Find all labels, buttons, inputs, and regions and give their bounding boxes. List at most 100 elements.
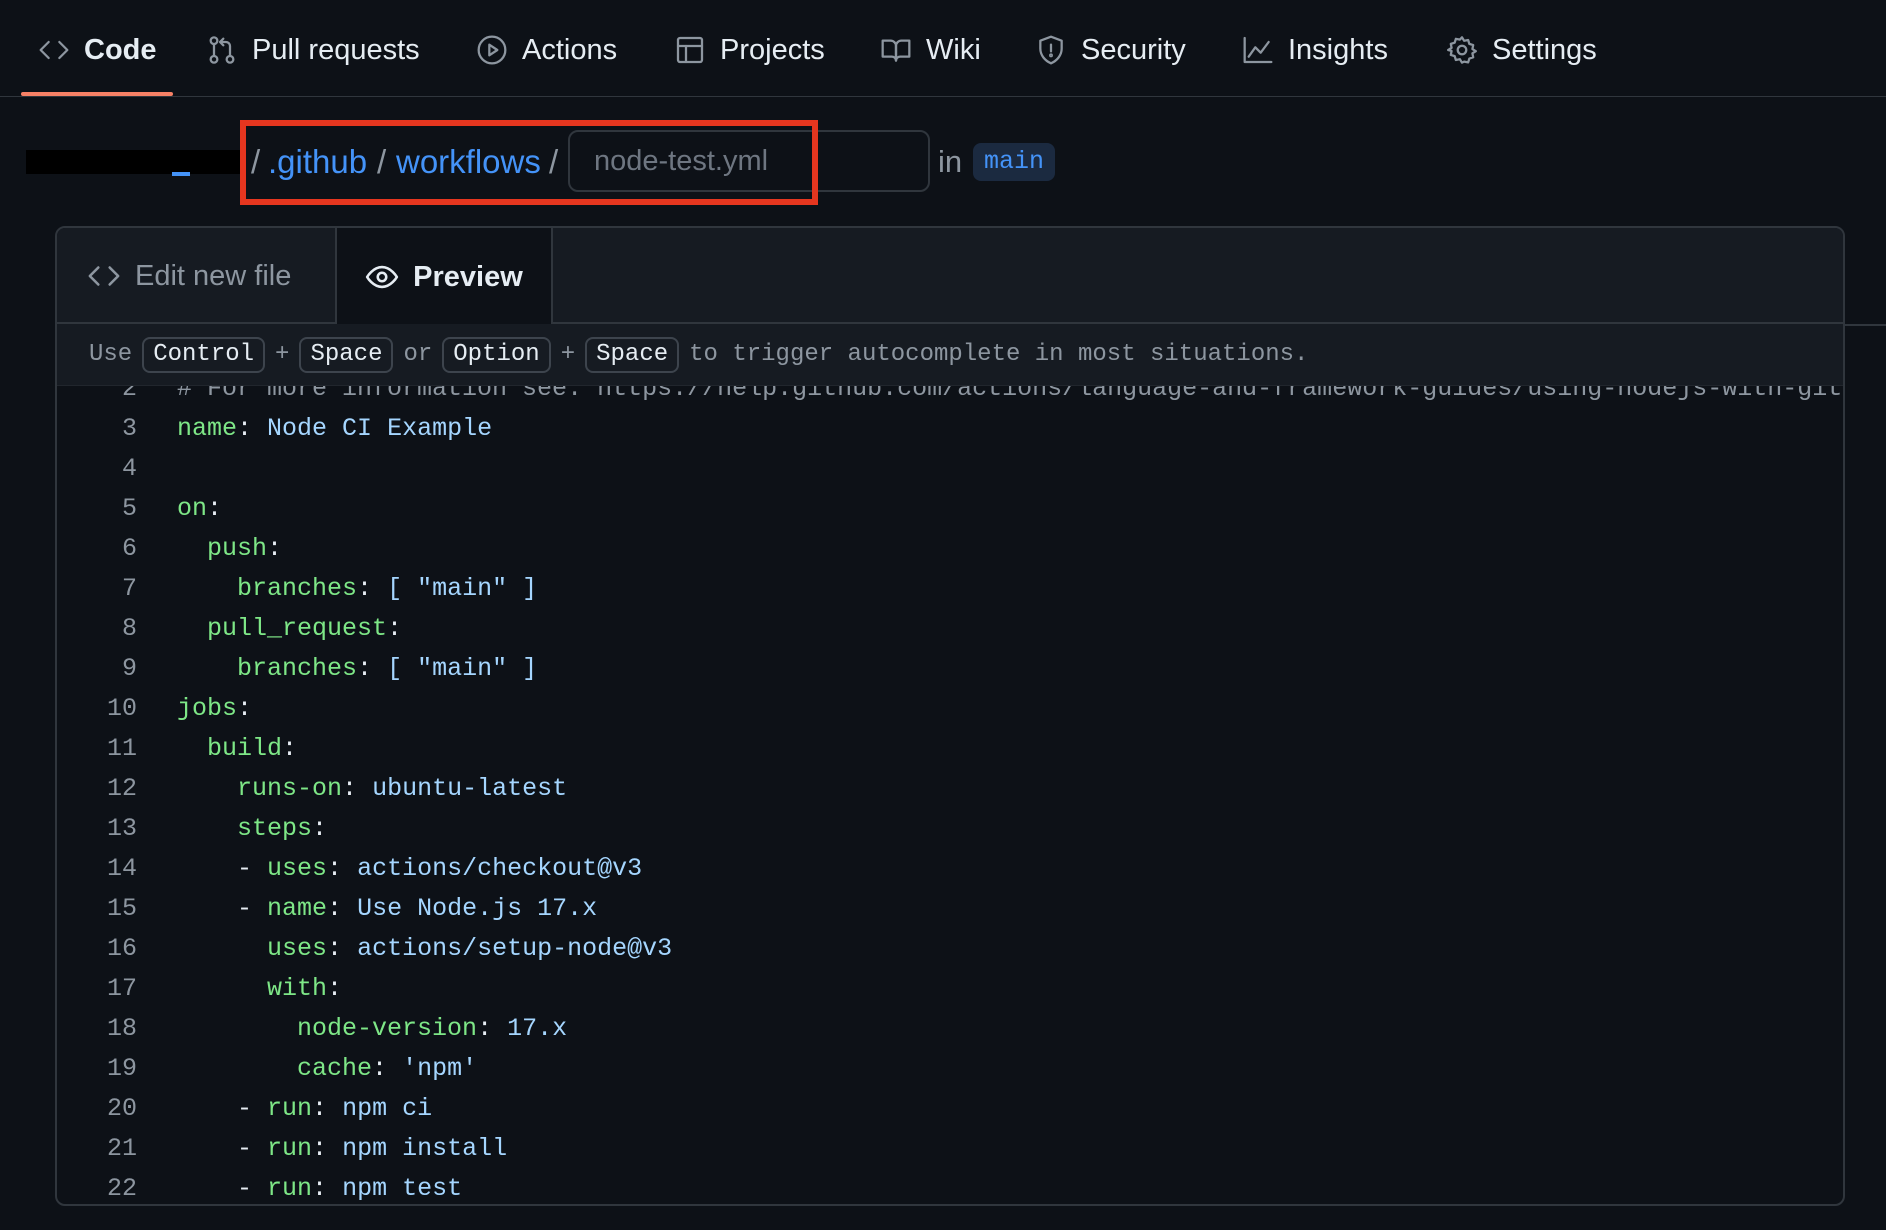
yaml-colon: : <box>327 894 343 923</box>
code-indent: - <box>177 854 268 883</box>
tab-edit-new-file-label: Edit new file <box>135 259 292 292</box>
highlight-annotation-box <box>240 120 818 205</box>
editor-tab-bar: Edit new file Preview <box>57 228 1843 326</box>
tab-edit-new-file[interactable]: Edit new file <box>87 228 291 324</box>
tab-settings-label: Settings <box>1492 33 1597 66</box>
yaml-key: uses <box>267 854 328 883</box>
yaml-colon: : <box>267 534 283 563</box>
tab-preview[interactable]: Preview <box>335 228 553 326</box>
tab-preview-label: Preview <box>413 260 523 293</box>
yaml-colon: : <box>342 774 358 803</box>
tab-settings[interactable]: Settings <box>1446 28 1597 72</box>
tab-insights[interactable]: Insights <box>1242 28 1388 72</box>
code-indent: - <box>177 1134 268 1163</box>
yaml-key: push <box>207 534 268 563</box>
line-number: 6 <box>121 534 137 563</box>
yaml-colon: : <box>477 1014 493 1043</box>
yaml-value: actions/setup-node@v3 <box>357 934 673 963</box>
tab-actions[interactable]: Actions <box>476 28 617 72</box>
yaml-colon: : <box>312 814 328 843</box>
tab-pull-requests[interactable]: Pull requests <box>206 28 420 72</box>
yaml-colon: : <box>312 1174 328 1203</box>
code-line: 20 - run: npm ci <box>57 1089 432 1129</box>
yaml-key: uses <box>267 934 328 963</box>
yaml-value: ubuntu-latest <box>372 774 568 803</box>
line-number: 20 <box>106 1094 137 1123</box>
code-line: 21 - run: npm install <box>57 1129 507 1169</box>
tab-projects[interactable]: Projects <box>674 28 825 72</box>
code-line: 12 runs-on: ubuntu-latest <box>57 769 567 809</box>
code-area[interactable]: 2 # For more information see: https://hel… <box>57 386 1843 1204</box>
line-number: 14 <box>106 854 137 883</box>
code-line: 18 node-version: 17.x <box>57 1009 567 1049</box>
line-number: 3 <box>121 414 137 443</box>
hint-plus: + <box>560 341 576 368</box>
tab-projects-label: Projects <box>720 33 825 66</box>
tab-security[interactable]: Security <box>1035 28 1186 72</box>
yaml-value: [ "main" ] <box>387 654 538 683</box>
tab-actions-label: Actions <box>522 33 618 66</box>
code-indent: - <box>177 1174 268 1203</box>
yaml-key: name <box>267 894 328 923</box>
yaml-colon: : <box>387 614 403 643</box>
tab-code[interactable]: Code <box>38 28 157 72</box>
yaml-value: Node CI Example <box>267 414 493 443</box>
yaml-key: branches <box>237 654 358 683</box>
yaml-value: npm ci <box>342 1094 433 1123</box>
book-icon <box>881 39 911 62</box>
line-number: 18 <box>106 1014 137 1043</box>
line-number: 17 <box>106 974 137 1003</box>
tab-code-label: Code <box>84 33 157 66</box>
code-line: 2 # For more information see: https://hel… <box>57 386 1843 409</box>
line-number: 22 <box>106 1174 137 1203</box>
editor-tab-bar-edge <box>1845 226 1886 326</box>
yaml-colon: : <box>207 494 223 523</box>
in-label: in <box>938 144 963 179</box>
line-number: 7 <box>121 574 137 603</box>
file-editor: Edit new file Preview Use Control + Space… <box>55 226 1845 1206</box>
code-indent: - <box>177 894 268 923</box>
line-number: 13 <box>106 814 137 843</box>
code-line: 14 - uses: actions/checkout@v3 <box>57 849 642 889</box>
yaml-value: actions/checkout@v3 <box>357 854 643 883</box>
yaml-value: 17.x <box>507 1014 568 1043</box>
kbd-option: Option <box>442 336 551 373</box>
tab-wiki[interactable]: Wiki <box>880 28 981 72</box>
yaml-value: npm install <box>342 1134 508 1163</box>
yaml-colon: : <box>357 654 373 683</box>
line-number: 11 <box>106 734 137 763</box>
hint-tail: to trigger autocomplete in most situatio… <box>689 341 1309 368</box>
line-number: 21 <box>106 1134 137 1163</box>
yaml-colon: : <box>327 934 343 963</box>
code-line: 9 branches: [ "main" ] <box>57 649 537 689</box>
yaml-colon: : <box>327 974 343 1003</box>
code-line: 4 <box>57 449 177 489</box>
yaml-colon: : <box>357 574 373 603</box>
yaml-key: steps <box>237 814 313 843</box>
yaml-colon: : <box>237 414 253 443</box>
kbd-space: Space <box>585 336 680 373</box>
yaml-value: 'npm' <box>402 1054 478 1083</box>
code-line: 19 cache: 'npm' <box>57 1049 477 1089</box>
code-icon <box>39 40 69 60</box>
git-pull-request-icon <box>209 36 235 64</box>
yaml-key: run <box>267 1094 313 1123</box>
tab-wiki-label: Wiki <box>926 33 981 66</box>
line-number: 9 <box>121 654 137 683</box>
yaml-colon: : <box>282 734 298 763</box>
yaml-key: jobs <box>177 694 238 723</box>
yaml-value: [ "main" ] <box>387 574 538 603</box>
branch-badge[interactable]: main <box>973 143 1056 181</box>
code-line: 15 - name: Use Node.js 17.x <box>57 889 597 929</box>
line-number: 8 <box>121 614 137 643</box>
yaml-value: npm test <box>342 1174 463 1203</box>
yaml-colon: : <box>312 1134 328 1163</box>
code-line: 7 branches: [ "main" ] <box>57 569 537 609</box>
code-line: 5 on: <box>57 489 222 529</box>
